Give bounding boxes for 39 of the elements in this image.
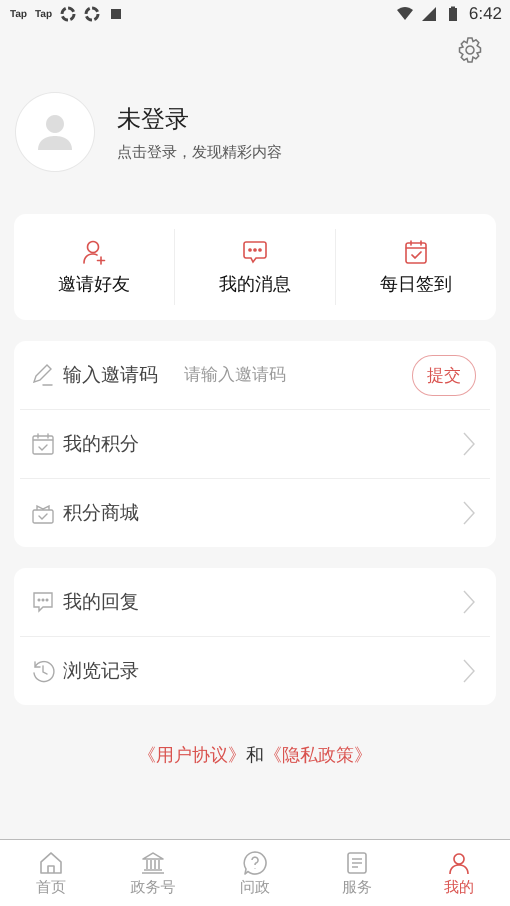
calendar-check-icon [31, 432, 55, 456]
user-agreement-link[interactable]: 《用户协议》 [138, 743, 246, 767]
invite-code-field[interactable]: 请输入邀请码 [182, 364, 356, 386]
submit-button[interactable]: 提交 [412, 354, 476, 396]
building-icon [140, 850, 166, 876]
history-clock-icon [31, 659, 55, 683]
sync-icon [84, 6, 100, 22]
quick-action-button[interactable]: 邀请好友 [14, 229, 174, 305]
invite-code-label: 输入邀请码 [63, 363, 158, 388]
login-status[interactable]: 未登录 [117, 102, 282, 134]
wifi-icon [396, 6, 413, 22]
chevron-right-icon [462, 500, 476, 526]
app-notification-label: Tap [35, 8, 52, 20]
pencil-icon [31, 363, 55, 387]
document-icon [344, 850, 370, 876]
menu-item-label[interactable]: 浏览记录 [63, 658, 139, 684]
quick-action-button[interactable]: 我的消息 [174, 229, 335, 305]
menu-item-label[interactable]: 积分商城 [63, 500, 139, 526]
chevron-right-icon [462, 658, 476, 684]
menu-item-label[interactable]: 我的回复 [63, 589, 139, 615]
chat-bubble-icon [31, 590, 55, 614]
privacy-policy-link[interactable]: 《隐私政策》 [264, 743, 372, 767]
person-add-icon [80, 238, 108, 266]
chat-bubble-icon [241, 238, 269, 266]
home-icon [38, 850, 64, 876]
sync-icon [60, 6, 76, 22]
chevron-right-icon [462, 431, 476, 457]
login-hint: 点击登录，发现精彩内容 [117, 142, 282, 162]
menu-item-label[interactable]: 我的积分 [63, 431, 139, 457]
quick-action-button[interactable]: 每日签到 [335, 229, 496, 305]
question-bubble-icon [242, 850, 268, 876]
app-notification-label: Tap [10, 8, 28, 20]
signal-icon [420, 6, 437, 22]
calendar-check-icon [402, 238, 430, 266]
nav-tab[interactable]: 我的 [408, 840, 510, 906]
clock-time: 6:42 [468, 4, 502, 24]
chevron-right-icon [462, 589, 476, 615]
settings-icon[interactable] [456, 36, 484, 64]
conjunction-text: 和 [246, 744, 264, 767]
